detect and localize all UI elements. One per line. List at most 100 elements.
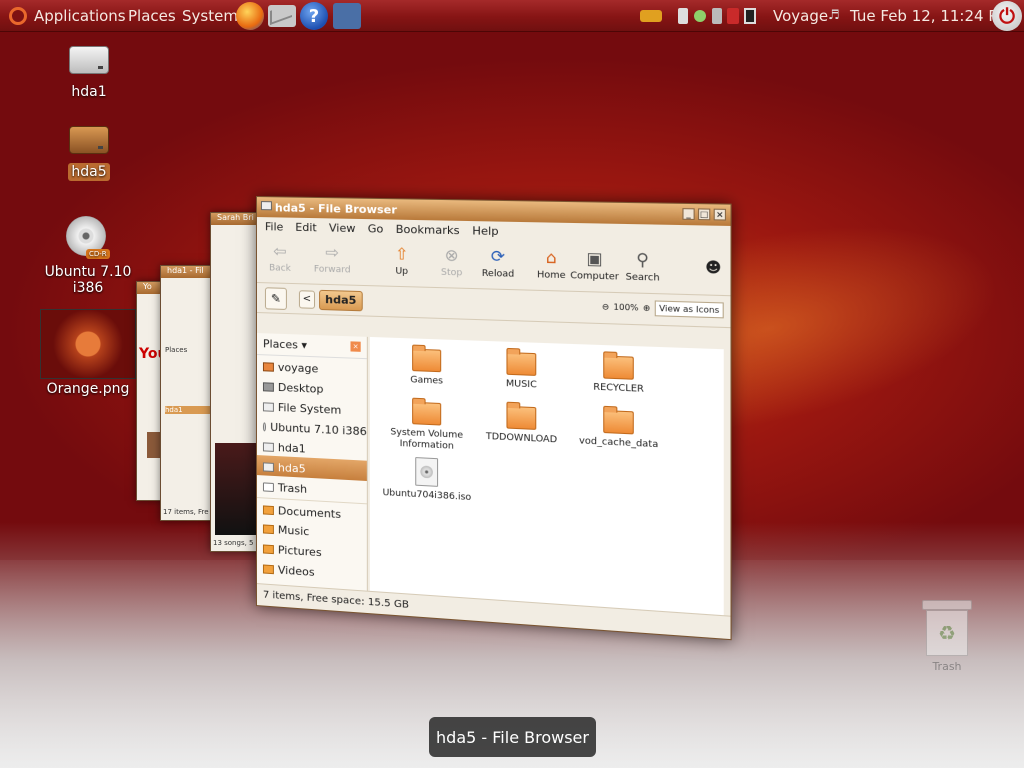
folder-icon: [412, 349, 441, 373]
home-folder-icon: [263, 362, 274, 371]
desktop-trash[interactable]: ♻ Trash: [920, 592, 974, 662]
forward-button[interactable]: ⇨ Forward: [309, 242, 356, 275]
up-button[interactable]: ⇧ Up: [378, 244, 425, 278]
window-status: 17 items, Fre: [163, 508, 209, 516]
reload-icon: ⟳: [487, 246, 508, 267]
drive-icon: [69, 46, 109, 74]
folder-icon: [506, 352, 536, 376]
folder-icon: [506, 406, 536, 430]
sidebar-header[interactable]: Places ▾ ×: [257, 333, 367, 359]
drive-icon: [263, 442, 274, 452]
background-window-hda1[interactable]: hda1 - Fil Places hda1 17 items, Fre: [160, 265, 216, 521]
folder-icon: [263, 564, 274, 574]
image-thumbnail[interactable]: [40, 309, 136, 379]
mail-icon[interactable]: [268, 5, 296, 27]
search-icon: ⚲: [632, 249, 654, 271]
zoom-out-icon[interactable]: ⊖: [602, 302, 609, 312]
view-mode-select[interactable]: View as Icons: [655, 300, 724, 318]
trash-label: Trash: [924, 660, 970, 673]
stop-button[interactable]: ⊗ Stop: [428, 245, 476, 279]
throbber-icon: ☻: [705, 259, 721, 276]
menu-places[interactable]: Places: [128, 7, 176, 25]
breadcrumb-hda5[interactable]: hda5: [319, 290, 362, 312]
desktop-icon-label: hda5: [68, 163, 109, 181]
drive-icon: [261, 201, 272, 210]
disc-image-icon: [415, 457, 438, 487]
power-icon[interactable]: ⏻: [992, 1, 1022, 31]
file-item[interactable]: System Volume Information: [380, 400, 474, 453]
menu-view[interactable]: View: [329, 221, 356, 239]
firefox-icon[interactable]: [236, 2, 264, 30]
desktop-icon-label[interactable]: Orange.png: [38, 381, 138, 397]
window-title: hda5 - File Browser: [275, 201, 397, 216]
display-tray-icon[interactable]: [744, 8, 756, 24]
desktop-icon: [263, 382, 274, 391]
trash-icon: [263, 482, 274, 492]
toggle-location-button[interactable]: ✎: [265, 287, 287, 310]
cd-badge: CD-R: [86, 249, 110, 259]
menu-applications[interactable]: Applications: [34, 7, 126, 25]
menu-edit[interactable]: Edit: [295, 221, 316, 239]
window-title: hda1 - Fil: [161, 266, 215, 278]
maximize-button[interactable]: □: [698, 208, 710, 220]
desktop-icon-hda5[interactable]: hda5: [54, 120, 124, 180]
drive-icon: [263, 462, 274, 472]
close-sidebar-icon[interactable]: ×: [351, 341, 361, 352]
file-browser-window[interactable]: hda5 - File Browser _ □ × File Edit View…: [256, 196, 732, 640]
top-panel: Applications Places System ? Voyage ♬ Tu…: [0, 0, 1024, 32]
network-tray-icon[interactable]: [640, 10, 662, 22]
search-button[interactable]: ⚲ Search: [617, 249, 668, 284]
zoom-level[interactable]: 100%: [613, 302, 638, 312]
computer-button[interactable]: ▣ Computer: [570, 248, 620, 283]
filesystem-icon: [263, 402, 274, 412]
minimize-button[interactable]: _: [682, 208, 694, 220]
file-item[interactable]: vod_cache_data: [570, 409, 668, 452]
file-item[interactable]: Games: [380, 347, 474, 388]
folder-icon: [263, 544, 274, 554]
help-icon[interactable]: ?: [300, 2, 328, 30]
zoom-in-icon[interactable]: ⊕: [643, 303, 650, 313]
folder-icon: [263, 524, 274, 534]
remote-desktop-icon[interactable]: [333, 3, 361, 29]
folder-icon: [263, 505, 274, 515]
forward-arrow-icon: ⇨: [322, 242, 342, 263]
window-switcher-label: hda5 - File Browser: [429, 717, 596, 757]
folder-icon: [603, 356, 634, 380]
menu-bookmarks[interactable]: Bookmarks: [396, 223, 460, 242]
close-button[interactable]: ×: [714, 209, 726, 221]
menu-system[interactable]: System: [182, 7, 238, 25]
breadcrumb-left-button[interactable]: <: [299, 290, 315, 309]
menu-file[interactable]: File: [265, 220, 283, 237]
clock[interactable]: Tue Feb 12, 11:24 PM: [850, 7, 1010, 25]
menu-help[interactable]: Help: [472, 224, 498, 242]
volume-icon[interactable]: ♬: [828, 9, 844, 25]
back-button[interactable]: ⇦ Back: [257, 241, 303, 274]
desktop-icon-hda1[interactable]: hda1: [54, 40, 124, 100]
user-name[interactable]: Voyage: [773, 7, 828, 25]
file-item[interactable]: TDDOWNLOAD: [474, 404, 570, 447]
menu-go[interactable]: Go: [368, 222, 384, 240]
back-arrow-icon: ⇦: [270, 241, 290, 262]
sidebar-header-label: Places: [263, 337, 298, 351]
places-sidebar: Places ▾ × voyage Desktop File System Ub…: [257, 333, 368, 591]
ubuntu-logo-icon[interactable]: [9, 7, 27, 25]
file-icon-view[interactable]: Games MUSIC RECYCLER System Volume Infor…: [370, 337, 724, 615]
update-tray-icon[interactable]: [727, 8, 739, 24]
status-tray-icon[interactable]: [694, 10, 706, 22]
zoom-control: ⊖ 100% ⊕ View as Icons: [602, 299, 724, 318]
applet-tray-icon[interactable]: [712, 8, 722, 24]
stop-icon: ⊗: [441, 245, 462, 266]
file-item[interactable]: Ubuntu704i386.iso: [380, 455, 474, 504]
folder-icon: [412, 402, 441, 426]
desktop-icon-cdrom[interactable]: CD-R Ubuntu 7.10 i386: [28, 214, 148, 296]
up-arrow-icon: ⇧: [391, 244, 412, 265]
device-tray-icon[interactable]: [678, 8, 688, 24]
file-item[interactable]: RECYCLER: [570, 354, 668, 397]
window-status: 13 songs, 5: [213, 539, 254, 547]
file-item[interactable]: MUSIC: [474, 351, 570, 393]
home-icon: ⌂: [541, 247, 562, 268]
reload-button[interactable]: ⟳ Reload: [474, 246, 523, 280]
folder-icon: [603, 410, 634, 434]
recycle-icon: ♻: [926, 610, 968, 656]
album-art: [215, 443, 259, 535]
